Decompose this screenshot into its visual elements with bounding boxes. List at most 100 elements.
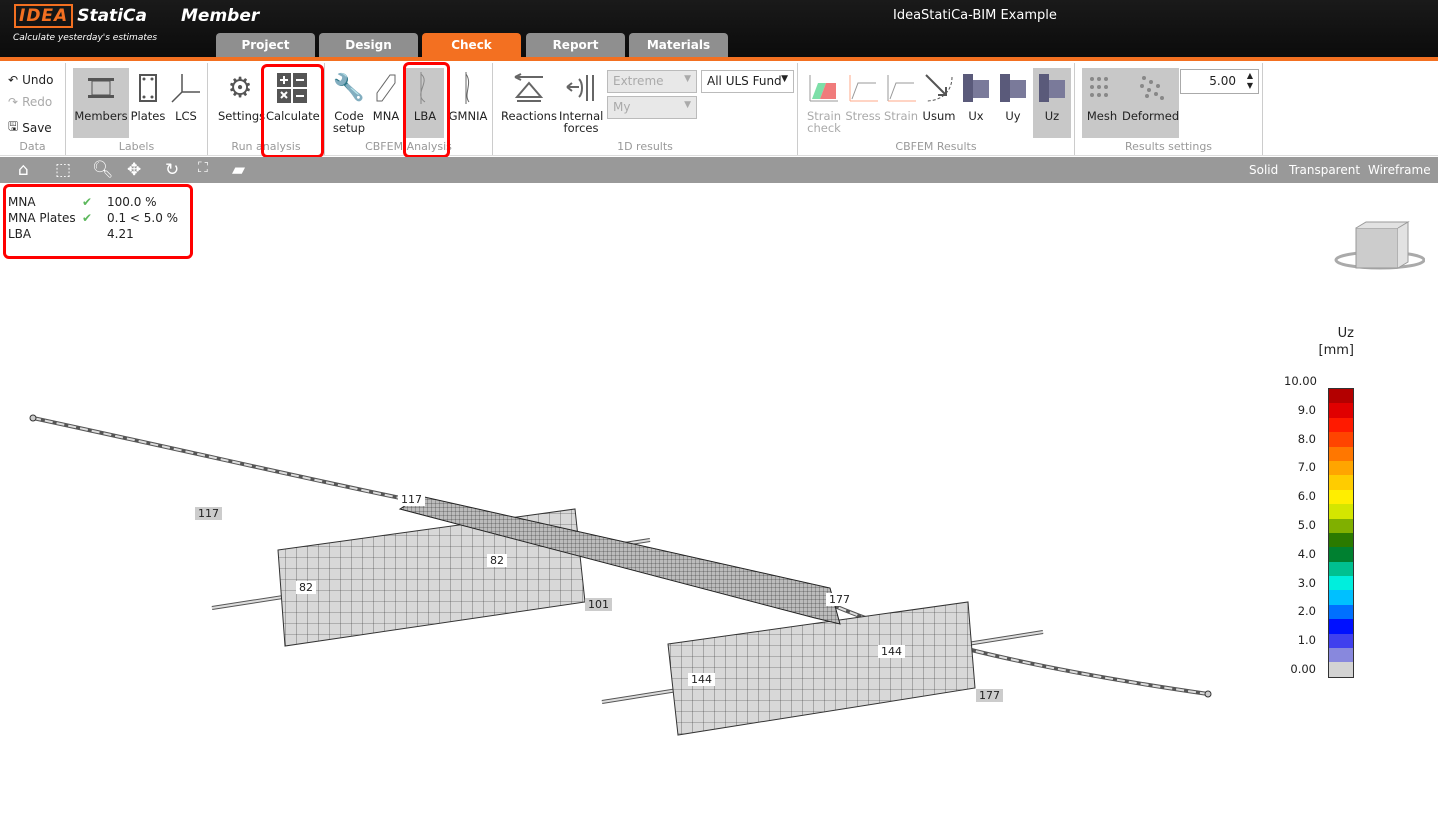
strain-check-button[interactable]: Strain check <box>804 68 844 138</box>
mna-icon <box>369 70 403 106</box>
plates-button[interactable]: Plates <box>130 68 166 138</box>
fit-icon[interactable]: ⛶ <box>198 160 208 176</box>
view-transparent[interactable]: Transparent <box>1289 163 1360 177</box>
legend-band <box>1329 633 1353 649</box>
group-label: Results settings <box>1124 140 1213 153</box>
gmnia-icon <box>446 70 490 106</box>
members-icon <box>73 70 129 106</box>
legend-band <box>1329 590 1353 605</box>
legend-band <box>1329 389 1353 404</box>
deformation-scale-stepper[interactable]: 5.00 ▲ ▼ <box>1180 69 1259 94</box>
legend-band <box>1329 489 1353 505</box>
app-name: Member <box>181 6 260 26</box>
view-solid[interactable]: Solid <box>1249 163 1278 177</box>
zoom-icon[interactable]: 🔍︎ <box>92 160 114 180</box>
extreme-select[interactable]: Extreme ▼ <box>607 70 697 93</box>
gmnia-button[interactable]: GMNIA <box>446 68 490 138</box>
mna-button[interactable]: MNA <box>369 68 403 138</box>
legend-tick: 2.0 <box>1297 604 1316 619</box>
group-1d-results: Reactions Internal forces Extreme ▼ My ▼ A… <box>493 63 798 155</box>
pan-icon[interactable]: ✥ <box>127 160 141 180</box>
slogan: Calculate yesterday's estimates <box>13 33 158 43</box>
internal-forces-button[interactable]: Internal forces <box>559 68 603 138</box>
spinner-arrows-icon[interactable]: ▲ ▼ <box>1247 71 1253 91</box>
chevron-down-icon: ▼ <box>781 74 788 84</box>
node-label: 117 <box>195 507 222 520</box>
group-label: Data <box>19 140 46 153</box>
cross-member-1 <box>211 508 651 647</box>
legend-tick: 4.0 <box>1297 546 1316 561</box>
usum-button[interactable]: Usum <box>920 68 958 138</box>
internal-forces-icon <box>559 70 603 106</box>
lcs-button[interactable]: LCS <box>168 68 204 138</box>
group-data: ↶ Undo ↷ Redo 🖫 Save Data <box>0 63 66 155</box>
redo-button[interactable]: ↷ Redo <box>8 95 52 109</box>
view-cube[interactable] <box>1330 220 1425 275</box>
title-bar: IDEA StatiCa Member Calculate yesterday's… <box>0 0 1438 57</box>
ux-button[interactable]: Ux <box>958 68 994 138</box>
legend-band <box>1329 518 1353 533</box>
legend-tick: 8.0 <box>1297 431 1316 446</box>
deformed-button[interactable]: Deformed <box>1122 68 1179 138</box>
view-wireframe[interactable]: Wireframe <box>1368 163 1431 177</box>
undo-button[interactable]: ↶ Undo <box>8 73 53 87</box>
settings-button[interactable]: ⚙ Settings <box>218 68 265 138</box>
group-results-settings: Mesh Deformed 5.00 ▲ ▼ Results settings <box>1075 63 1263 155</box>
legend-band <box>1329 648 1353 663</box>
combination-select[interactable]: All ULS Fund ▼ <box>701 70 794 93</box>
node-label: 177 <box>826 593 853 606</box>
component-select[interactable]: My ▼ <box>607 96 697 119</box>
mesh-button[interactable]: Mesh <box>1082 68 1122 138</box>
node-label: 82 <box>487 554 507 567</box>
save-button[interactable]: 🖫 Save <box>8 117 52 138</box>
legend-band <box>1329 475 1353 490</box>
solid-view-icon[interactable]: ▰ <box>232 160 245 180</box>
uy-button[interactable]: Uy <box>996 68 1030 138</box>
zoom-window-icon[interactable]: ⬚ <box>55 160 71 180</box>
legend-band <box>1329 662 1353 677</box>
legend-tick: 3.0 <box>1297 575 1316 590</box>
legend-band <box>1329 619 1353 634</box>
reactions-button[interactable]: Reactions <box>501 68 557 138</box>
node-label: 144 <box>688 673 715 686</box>
reactions-icon <box>501 70 557 106</box>
node-label: 82 <box>296 581 316 594</box>
tab-design[interactable]: Design <box>319 33 418 57</box>
code-setup-button[interactable]: 🔧 Code setup <box>329 68 369 138</box>
tab-project[interactable]: Project <box>216 33 315 57</box>
highlight-lba <box>403 62 450 158</box>
node-label: 101 <box>585 598 612 611</box>
legend-tick: 5.0 <box>1297 518 1316 532</box>
legend-band <box>1329 504 1353 519</box>
tab-materials[interactable]: Materials <box>629 33 728 57</box>
legend-tick: 6.0 <box>1297 489 1316 504</box>
highlight-calculate <box>261 64 324 158</box>
group-label: Labels <box>118 140 155 153</box>
home-icon[interactable]: ⌂ <box>18 160 29 180</box>
node-label: 144 <box>878 645 905 658</box>
rotate-icon[interactable]: ↻ <box>165 160 179 180</box>
group-label: 1D results <box>617 140 673 153</box>
legend-colorbar <box>1328 388 1354 678</box>
legend-band <box>1329 561 1353 577</box>
uz-button[interactable]: Uz <box>1033 68 1071 138</box>
usum-icon <box>920 70 958 106</box>
stress-button[interactable]: Stress <box>844 68 882 138</box>
stress-icon <box>844 70 882 106</box>
mesh-icon <box>1082 70 1122 106</box>
strain-button[interactable]: Strain <box>882 68 920 138</box>
undo-icon: ↶ <box>8 73 19 87</box>
deformed-icon <box>1122 70 1179 106</box>
legend-band <box>1329 432 1353 447</box>
legend-band <box>1329 576 1353 591</box>
plates-icon <box>130 70 166 106</box>
legend-band <box>1329 446 1353 461</box>
model-viewport[interactable] <box>0 184 1300 819</box>
legend-band <box>1329 417 1353 433</box>
members-button[interactable]: Members <box>73 68 129 138</box>
tab-report[interactable]: Report <box>526 33 625 57</box>
tab-check[interactable]: Check <box>422 33 521 57</box>
legend-band <box>1329 604 1353 620</box>
axes-icon <box>168 70 204 106</box>
save-icon: 🖫 <box>8 119 19 133</box>
